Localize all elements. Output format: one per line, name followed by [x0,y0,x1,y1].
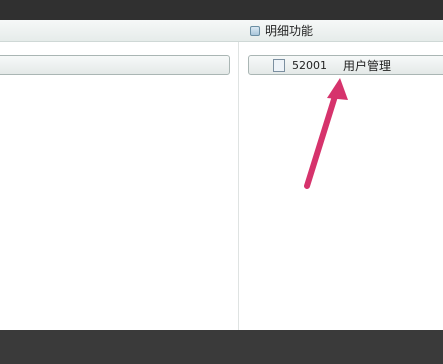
annotation-arrow [304,78,348,189]
bottom-status-bar [0,330,443,364]
annotation-arrow-head [327,78,348,100]
annotation-arrow-shaft [304,90,339,189]
